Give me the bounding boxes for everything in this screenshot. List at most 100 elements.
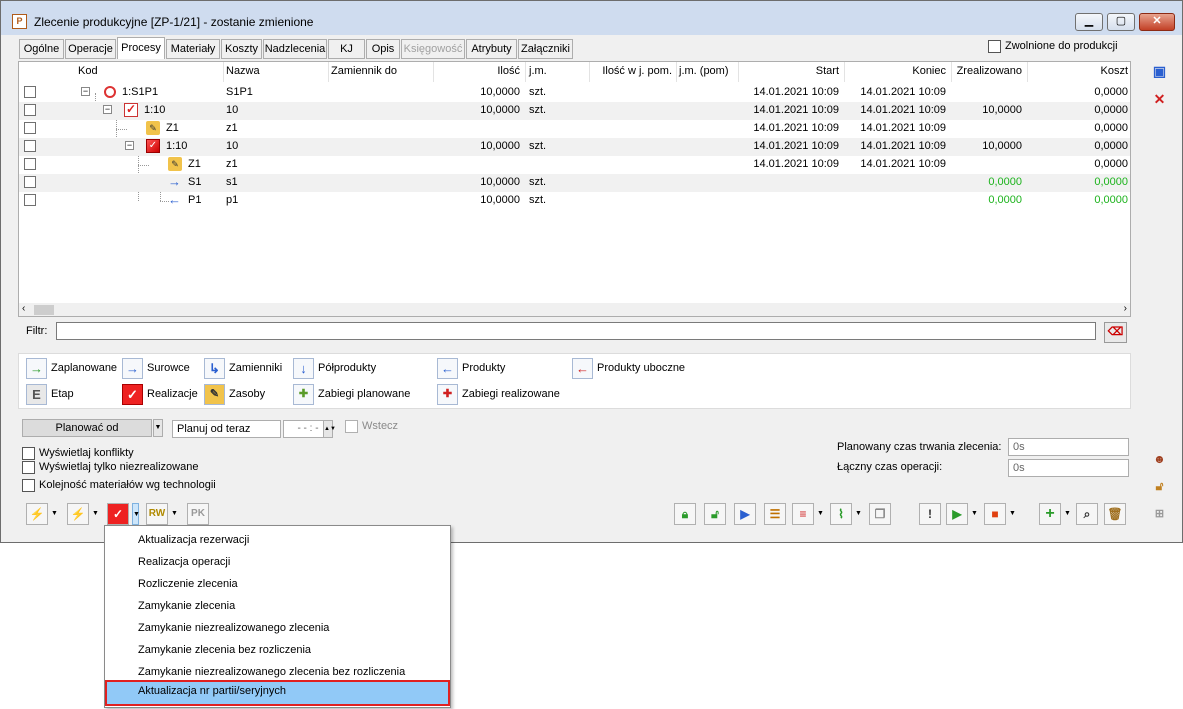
planowac-od-select[interactable]: Planować od (22, 419, 152, 437)
chevron-down-icon[interactable]: ▼ (132, 503, 140, 525)
chevron-down-icon[interactable]: ▼ (51, 503, 58, 525)
col-jm-pom[interactable]: j.m. (pom) (679, 65, 729, 77)
tab-zalaczniki[interactable]: Załączniki (518, 39, 573, 59)
row-checkbox[interactable] (24, 86, 36, 98)
col-kod[interactable]: Kod (78, 65, 98, 77)
table-row[interactable]: − ✓ 1:10 10 10,0000 szt. 14.01.2021 10:0… (19, 102, 1130, 120)
search-icon[interactable]: ⌕ (1076, 503, 1098, 525)
horizontal-scrollbar[interactable]: ‹ › (19, 303, 1130, 316)
row-checkbox[interactable] (24, 158, 36, 170)
table-row[interactable]: ← P1 p1 10,0000 szt. 0,0000 0,0000 (19, 192, 1130, 210)
menu-item-rozliczenie-zlecenia[interactable]: Rozliczenie zlecenia (105, 573, 450, 595)
chevron-down-icon[interactable]: ▼ (855, 503, 862, 525)
filter-input[interactable] (56, 322, 1096, 340)
table-row[interactable]: − ✓ 1:10 10 10,0000 szt. 14.01.2021 10:0… (19, 138, 1130, 156)
laczny-czas-field: 0s (1008, 459, 1129, 477)
row-checkbox[interactable] (24, 176, 36, 188)
chevron-down-icon[interactable]: ▼ (971, 503, 978, 525)
row-checkbox[interactable] (24, 194, 36, 206)
cell-koszt: 0,0000 (1094, 86, 1128, 98)
chevron-down-icon[interactable]: ▼ (92, 503, 99, 525)
cell-zrealizowano: 0,0000 (988, 194, 1022, 206)
time-spinner-icon[interactable]: ▲▼ (323, 420, 336, 438)
close-button[interactable]: ✕ (1139, 13, 1175, 31)
tab-procesy[interactable]: Procesy (117, 37, 165, 59)
checkbox-box[interactable] (988, 40, 1001, 53)
tree-collapse-icon[interactable]: − (103, 105, 112, 114)
save-icon[interactable]: ▣ (1148, 60, 1171, 82)
cell-koszt: 0,0000 (1094, 158, 1128, 170)
legend-panel: → Zaplanowane → Surowce ↳ Zamienniki ↓ P… (18, 353, 1131, 409)
col-koniec[interactable]: Koniec (844, 65, 946, 77)
menu-item-aktualizacja-partii[interactable]: Aktualizacja nr partii/seryjnych (105, 680, 450, 706)
tab-atrybuty[interactable]: Atrybuty (466, 39, 517, 59)
tab-nadzlecenia[interactable]: Nadzlecenia (263, 39, 327, 59)
warning-icon[interactable]: ! (919, 503, 941, 525)
tab-materialy[interactable]: Materiały (166, 39, 220, 59)
minimize-button[interactable]: ▁ (1075, 13, 1103, 31)
tree-collapse-icon[interactable]: − (81, 87, 90, 96)
row-checkbox[interactable] (24, 104, 36, 116)
table-row[interactable]: → S1 s1 10,0000 szt. 0,0000 0,0000 (19, 174, 1130, 192)
pin-icon[interactable]: ⊞ (1148, 503, 1171, 525)
col-koszt[interactable]: Koszt (1027, 65, 1128, 77)
col-jm[interactable]: j.m. (529, 65, 547, 77)
trash-icon[interactable]: 🗑︎ (1104, 503, 1126, 525)
chevron-down-icon[interactable]: ▼ (1064, 503, 1071, 525)
realization-button[interactable]: ✓ (107, 503, 129, 525)
menu-item-realizacja-operacji[interactable]: Realizacja operacji (105, 551, 450, 573)
clear-filter-button[interactable]: ⌫ (1104, 322, 1127, 343)
realization-icon: ✓ (122, 384, 143, 405)
col-zamiennik[interactable]: Zamiennik do (331, 65, 397, 77)
menu-item-zamykanie-niezrealizowanego[interactable]: Zamykanie niezrealizowanego zlecenia (105, 617, 450, 639)
table-row[interactable]: ✎ Z1 z1 14.01.2021 10:09 14.01.2021 10:0… (19, 120, 1130, 138)
stop-icon[interactable]: ■ (984, 503, 1006, 525)
menu-item-aktualizacja-rezerwacji[interactable]: Aktualizacja rezerwacji (105, 529, 450, 551)
col-start[interactable]: Start (738, 65, 839, 77)
rw-document-button[interactable]: RW (146, 503, 168, 525)
chevron-down-icon[interactable]: ▼ (817, 503, 824, 525)
planowany-czas-field: 0s (1008, 438, 1129, 456)
chevron-down-icon[interactable]: ▼ (171, 503, 178, 525)
table-row[interactable]: − 1:S1P1 S1P1 10,0000 szt. 14.01.2021 10… (19, 84, 1130, 102)
chart-icon[interactable]: ⌇ (830, 503, 852, 525)
tab-operacje[interactable]: Operacje (65, 39, 116, 59)
maximize-button[interactable]: ▢ (1107, 13, 1135, 31)
play-icon[interactable]: ▶ (946, 503, 968, 525)
green-lightning-icon[interactable]: ⚡ (67, 503, 89, 525)
list-icon[interactable]: ☰ (764, 503, 786, 525)
unlock-icon[interactable]: 🔓︎ (1148, 475, 1171, 497)
add-icon[interactable]: + (1039, 503, 1061, 525)
close-icon[interactable]: ✕ (1148, 88, 1171, 110)
export-icon[interactable]: ▶ (734, 503, 756, 525)
tab-kj[interactable]: KJ (328, 39, 365, 59)
scroll-thumb[interactable] (34, 305, 54, 315)
lock-icon[interactable]: 🔒︎ (674, 503, 696, 525)
gantt-icon[interactable]: ≡ (792, 503, 814, 525)
col-ilosc[interactable]: Ilość (433, 65, 520, 77)
row-checkbox[interactable] (24, 122, 36, 134)
col-nazwa[interactable]: Nazwa (226, 65, 260, 77)
scroll-right-icon[interactable]: › (1124, 303, 1127, 314)
user-icon[interactable]: ☻ (1148, 448, 1171, 470)
tree-collapse-icon[interactable]: − (125, 141, 134, 150)
tab-opis[interactable]: Opis (366, 39, 400, 59)
planuj-field[interactable]: Planuj od teraz (172, 420, 281, 438)
col-ilosc-pom[interactable]: Ilość w j. pom. (589, 65, 672, 77)
menu-item-zamykanie-bez-rozliczenia[interactable]: Zamykanie zlecenia bez rozliczenia (105, 639, 450, 661)
scroll-left-icon[interactable]: ‹ (22, 303, 25, 314)
menu-item-zamykanie-zlecenia[interactable]: Zamykanie zlecenia (105, 595, 450, 617)
tab-koszty[interactable]: Koszty (221, 39, 262, 59)
col-zrealizowano[interactable]: Zrealizowano (951, 65, 1022, 77)
row-checkbox[interactable] (24, 140, 36, 152)
pk-document-button: PK (187, 503, 209, 525)
planned-arrow-icon: → (26, 358, 47, 379)
table-row[interactable]: ✎ Z1 z1 14.01.2021 10:09 14.01.2021 10:0… (19, 156, 1130, 174)
chevron-down-icon[interactable]: ▼ (153, 419, 163, 437)
cell-nazwa: s1 (226, 176, 238, 188)
unlock-icon[interactable]: 🔓︎ (704, 503, 726, 525)
chevron-down-icon[interactable]: ▼ (1009, 503, 1016, 525)
process-tree-grid[interactable]: Kod Nazwa Zamiennik do Ilość j.m. Ilość … (18, 61, 1131, 317)
lightning-icon[interactable]: ⚡ (26, 503, 48, 525)
tab-ogolne[interactable]: Ogólne (19, 39, 64, 59)
